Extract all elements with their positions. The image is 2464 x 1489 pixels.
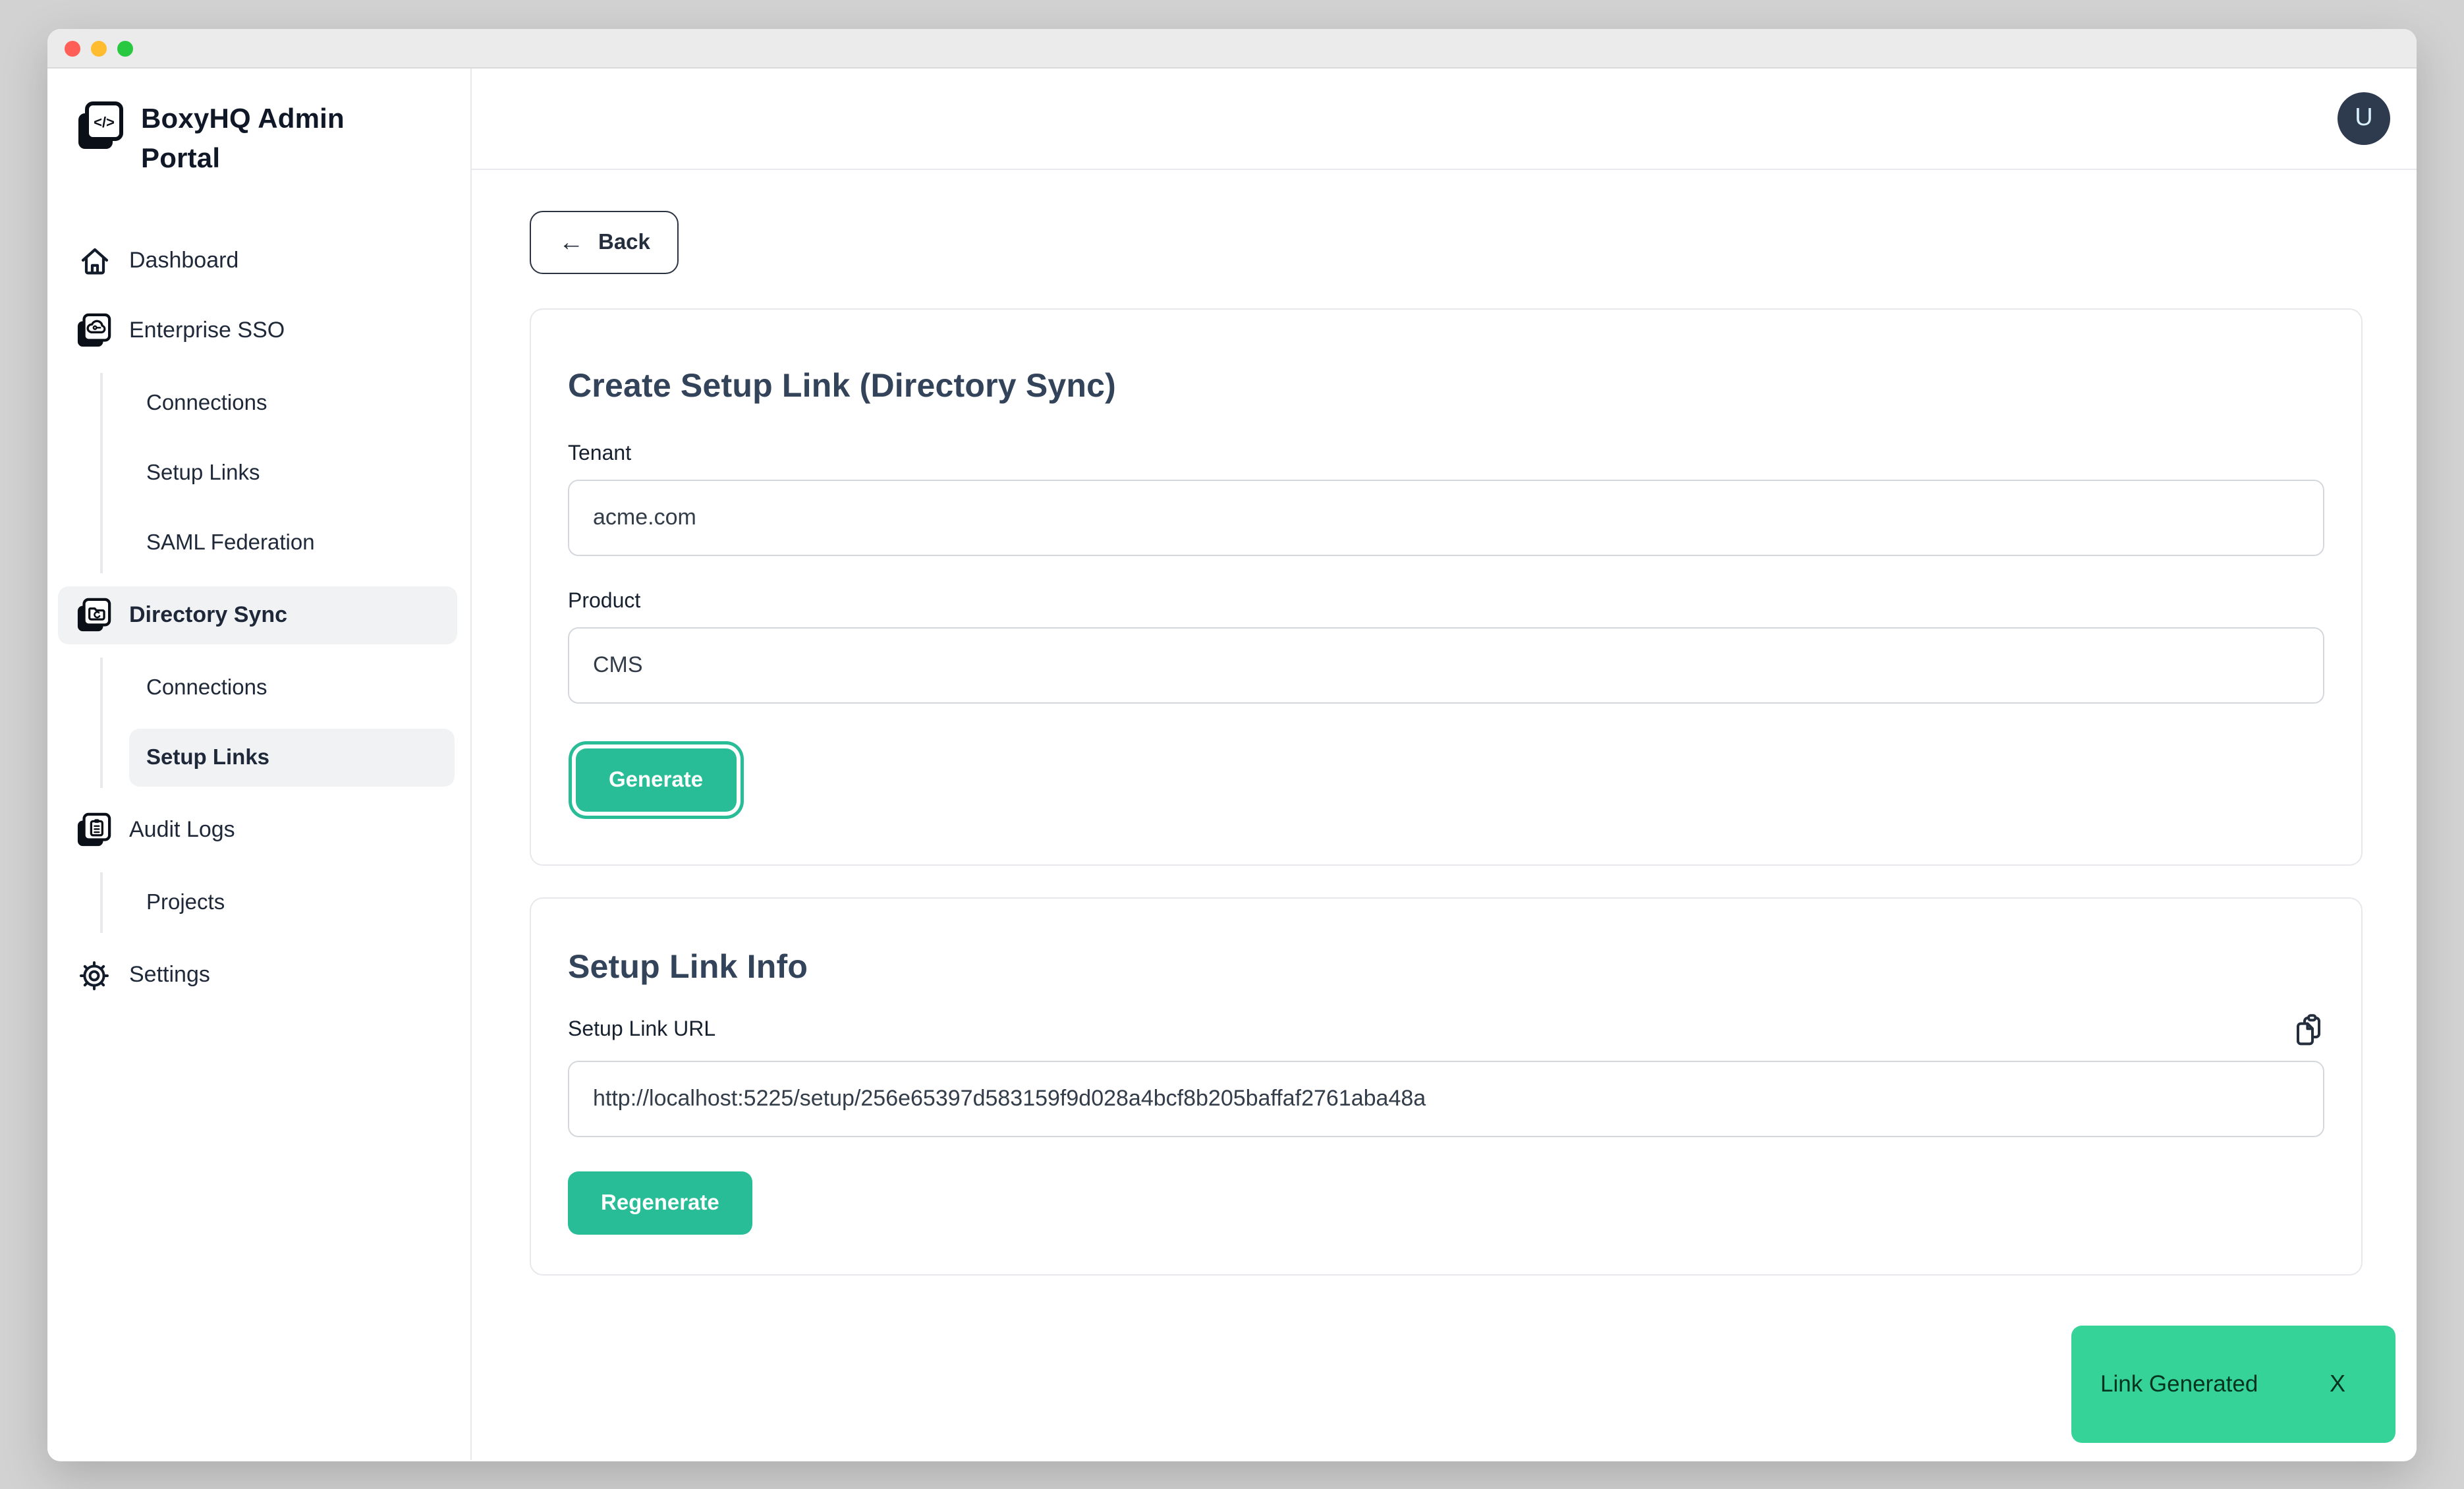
boxyhq-code-logo-icon: </>	[76, 100, 124, 159]
toast-close-button[interactable]: X	[2330, 1370, 2345, 1398]
sidebar-item-label: SAML Federation	[146, 530, 315, 555]
sidebar-item-label: Audit Logs	[129, 817, 235, 843]
product-label: Product	[568, 590, 2324, 614]
desktop-background: </> BoxyHQ Admin Portal	[0, 0, 2464, 1489]
main-area: U ← Back Create Setup Link (Directory Sy…	[472, 69, 2417, 1460]
sidebar-item-directory-sync[interactable]: Directory Sync	[58, 586, 457, 644]
window-titlebar	[47, 29, 2417, 69]
card-title: Create Setup Link (Directory Sync)	[568, 368, 2324, 406]
sidebar-item-label: Connections	[146, 391, 267, 416]
user-avatar[interactable]: U	[2338, 92, 2390, 145]
top-header: U	[472, 69, 2417, 170]
minimize-window-icon[interactable]	[91, 40, 107, 56]
gear-icon	[76, 959, 112, 992]
sidebar-nav: Dashboard Enterprise SSO	[47, 232, 470, 1004]
sidebar-item-label: Connections	[146, 675, 267, 700]
sidebar-group-enterprise-sso: Connections Setup Links SAML Federation	[100, 373, 470, 573]
sidebar-item-label: Setup Links	[146, 745, 269, 770]
app-title: BoxyHQ Admin Portal	[141, 100, 372, 179]
avatar-initial: U	[2355, 104, 2372, 133]
sso-cloud-keycap-icon	[76, 312, 112, 349]
tenant-input[interactable]	[568, 480, 2324, 556]
app-window: </> BoxyHQ Admin Portal	[47, 29, 2417, 1461]
page-content: ← Back Create Setup Link (Directory Sync…	[472, 170, 2417, 1276]
close-window-icon[interactable]	[65, 40, 80, 56]
back-button-label: Back	[598, 230, 650, 255]
zoom-window-icon[interactable]	[117, 40, 133, 56]
sidebar-item-label: Dashboard	[129, 248, 238, 274]
sidebar: </> BoxyHQ Admin Portal	[47, 69, 472, 1460]
sidebar-item-label: Enterprise SSO	[129, 318, 285, 344]
sidebar-item-dsync-setup-links[interactable]: Setup Links	[129, 729, 455, 787]
setup-link-info-card: Setup Link Info Setup Link URL	[530, 897, 2363, 1276]
setup-link-url-input[interactable]	[568, 1061, 2324, 1137]
sidebar-item-enterprise-sso[interactable]: Enterprise SSO	[58, 302, 457, 360]
sidebar-group-directory-sync: Connections Setup Links	[100, 658, 470, 788]
back-button[interactable]: ← Back	[530, 211, 679, 274]
sidebar-item-audit-logs[interactable]: Audit Logs	[58, 801, 457, 859]
audit-logs-keycap-icon	[76, 812, 112, 849]
sidebar-item-label: Projects	[146, 890, 225, 915]
svg-text:</>: </>	[94, 114, 115, 130]
home-icon	[76, 244, 112, 278]
product-input[interactable]	[568, 627, 2324, 704]
sidebar-item-dsync-connections[interactable]: Connections	[129, 659, 455, 717]
sidebar-item-label: Setup Links	[146, 461, 260, 486]
generate-button[interactable]: Generate	[576, 748, 736, 812]
app-logo-row[interactable]: </> BoxyHQ Admin Portal	[76, 100, 470, 179]
left-arrow-icon: ←	[559, 230, 584, 255]
sidebar-item-sso-connections[interactable]: Connections	[129, 374, 455, 432]
toast-link-generated: Link Generated X	[2071, 1326, 2395, 1443]
sidebar-group-audit-logs: Projects	[100, 872, 470, 933]
sidebar-item-settings[interactable]: Settings	[58, 946, 457, 1004]
sidebar-item-dashboard[interactable]: Dashboard	[58, 232, 457, 290]
toast-message: Link Generated	[2100, 1370, 2258, 1398]
regenerate-button[interactable]: Regenerate	[568, 1171, 752, 1235]
create-setup-link-card: Create Setup Link (Directory Sync) Tenan…	[530, 308, 2363, 866]
sidebar-item-label: Directory Sync	[129, 602, 287, 629]
copy-button[interactable]	[2293, 1013, 2324, 1048]
setup-link-url-row: Setup Link URL	[568, 1013, 2324, 1048]
sidebar-item-projects[interactable]: Projects	[129, 874, 455, 932]
directory-sync-keycap-icon	[76, 597, 112, 634]
sidebar-item-saml-federation[interactable]: SAML Federation	[129, 514, 455, 572]
copy-icon	[2293, 1032, 2324, 1052]
setup-link-url-label: Setup Link URL	[568, 1019, 715, 1042]
sidebar-item-label: Settings	[129, 962, 210, 988]
sidebar-item-sso-setup-links[interactable]: Setup Links	[129, 444, 455, 502]
tenant-label: Tenant	[568, 443, 2324, 466]
card-title: Setup Link Info	[568, 949, 2324, 987]
